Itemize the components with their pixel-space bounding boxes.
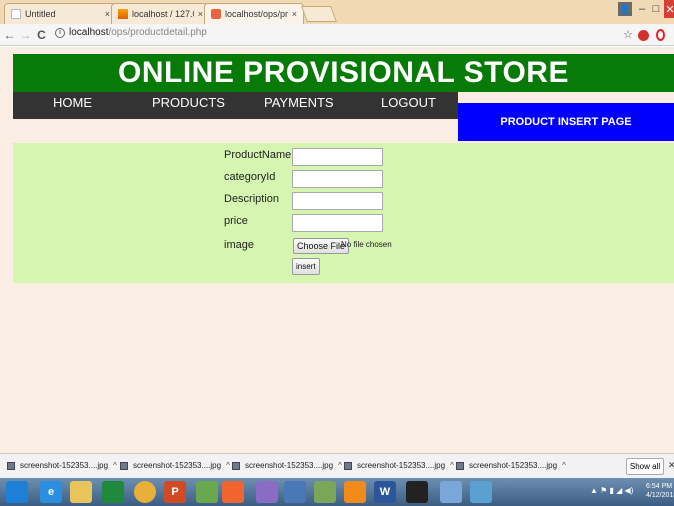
image-file-icon [344,461,352,470]
opera-icon[interactable] [656,29,665,41]
minimize-icon[interactable]: – [636,0,648,18]
product-insert-form: ProductName categoryId Description price… [13,143,674,283]
clock-time: 6:54 PM [646,483,673,490]
label-image: image [224,239,254,251]
chrome-icon[interactable] [134,481,156,503]
info-icon[interactable]: i [55,27,65,38]
download-filename: screenshot-152353....jpg [357,461,446,470]
app-icon[interactable] [440,481,462,503]
close-downloads-icon[interactable]: ✕ [668,460,674,471]
blank-page-icon [11,9,21,19]
url-path: /ops/productdetail.php [108,27,207,38]
eclipse-icon[interactable] [256,481,278,503]
label-price: price [224,215,248,227]
phpmyadmin-icon [118,9,128,19]
tab-close-icon[interactable]: × [198,9,203,19]
download-item[interactable]: screenshot-152353....jpg ^ [344,461,454,470]
image-file-icon [456,461,464,470]
android-studio-icon[interactable] [196,481,218,503]
close-window-icon[interactable]: ✕ [664,0,674,18]
tab-product-detail[interactable]: localhost/ops/productd × [204,3,304,24]
show-all-downloads-button[interactable]: Show all [626,458,664,475]
maximize-icon[interactable]: □ [650,0,662,18]
chevron-up-icon[interactable]: ^ [562,461,566,470]
clock-date: 4/12/2018 [646,492,674,499]
download-filename: screenshot-152353....jpg [20,461,109,470]
download-item[interactable]: screenshot-152353....jpg ^ [7,461,117,470]
system-tray-icons[interactable]: ▲ ⚑ ▮ ◢ ◀) [590,486,633,495]
url-field[interactable]: i localhost/ops/productdetail.php [55,27,207,38]
download-item[interactable]: screenshot-152353....jpg ^ [120,461,230,470]
label-productname: ProductName [224,149,292,161]
image-file-icon [7,461,15,470]
nav-logout[interactable]: LOGOUT [381,92,436,114]
tab-untitled[interactable]: Untitled × [4,3,117,24]
bookmark-star-icon[interactable]: ☆ [623,28,633,41]
back-arrow-icon[interactable]: ← [3,28,16,42]
label-description: Description [224,193,280,205]
photos-icon[interactable] [470,481,492,503]
chevron-up-icon[interactable]: ^ [226,461,230,470]
file-status-text: No file chosen [341,240,392,249]
price-input[interactable] [292,214,383,232]
site-banner-title: ONLINE PROVISIONAL STORE [13,54,674,92]
tab-close-icon[interactable]: × [292,9,297,19]
tab-title: Untitled [25,9,56,19]
nav-home[interactable]: HOME [53,92,92,114]
reload-icon[interactable]: C [35,28,48,42]
page-content: ONLINE PROVISIONAL STORE HOME PRODUCTS P… [0,47,674,453]
nav-payments[interactable]: PAYMENTS [264,92,334,114]
tab-close-icon[interactable]: × [105,9,110,19]
command-prompt-icon[interactable] [406,481,428,503]
chevron-up-icon[interactable]: ^ [113,461,117,470]
download-item[interactable]: screenshot-152353....jpg ^ [456,461,566,470]
download-filename: screenshot-152353....jpg [469,461,558,470]
xampp-icon [211,9,221,19]
product-insert-page-heading: PRODUCT INSERT PAGE [458,103,674,141]
download-filename: screenshot-152353....jpg [133,461,222,470]
taskbar-clock[interactable]: 6:54 PM 4/12/2018 [646,482,674,500]
description-input[interactable] [292,192,383,210]
tab-title: localhost / 127.0.0.1 / on [132,9,194,19]
productname-input[interactable] [292,148,383,166]
windows-start-icon[interactable] [6,481,28,503]
tab-strip: Untitled × localhost / 127.0.0.1 / on × … [0,0,674,24]
store-icon[interactable] [102,481,124,503]
downloads-bar: screenshot-152353....jpg ^ screenshot-15… [0,453,674,478]
categoryid-input[interactable] [292,170,383,188]
app-icon[interactable] [284,481,306,503]
main-nav: HOME PRODUCTS PAYMENTS LOGOUT [13,92,458,119]
windows-taskbar: e P W ▲ ⚑ ▮ ◢ ◀) 6:54 PM 4/12/2018 [0,478,674,506]
forward-arrow-icon[interactable]: → [19,28,32,42]
download-item[interactable]: screenshot-152353....jpg ^ [232,461,342,470]
insert-button[interactable]: insert [292,258,320,275]
adblock-icon[interactable] [638,30,649,41]
tab-title: localhost/ops/productd [225,9,288,19]
image-file-icon [120,461,128,470]
file-explorer-icon[interactable] [70,481,92,503]
xampp-taskbar-icon[interactable] [222,481,244,503]
download-filename: screenshot-152353....jpg [245,461,334,470]
tab-phpmyadmin[interactable]: localhost / 127.0.0.1 / on × [111,3,210,24]
word-icon[interactable]: W [374,481,396,503]
chevron-up-icon[interactable]: ^ [338,461,342,470]
label-categoryid: categoryId [224,171,276,183]
address-toolbar: ← → C i localhost/ops/productdetail.php … [0,24,674,46]
url-host: localhost [69,27,109,38]
image-file-icon [232,461,240,470]
new-tab-button[interactable] [301,6,337,22]
internet-explorer-icon[interactable]: e [40,481,62,503]
nav-products[interactable]: PRODUCTS [152,92,225,114]
user-profile-icon[interactable]: 👤 [618,2,632,16]
chevron-up-icon[interactable]: ^ [450,461,454,470]
vlc-icon[interactable] [344,481,366,503]
terminal-app-icon[interactable] [314,481,336,503]
powerpoint-icon[interactable]: P [164,481,186,503]
